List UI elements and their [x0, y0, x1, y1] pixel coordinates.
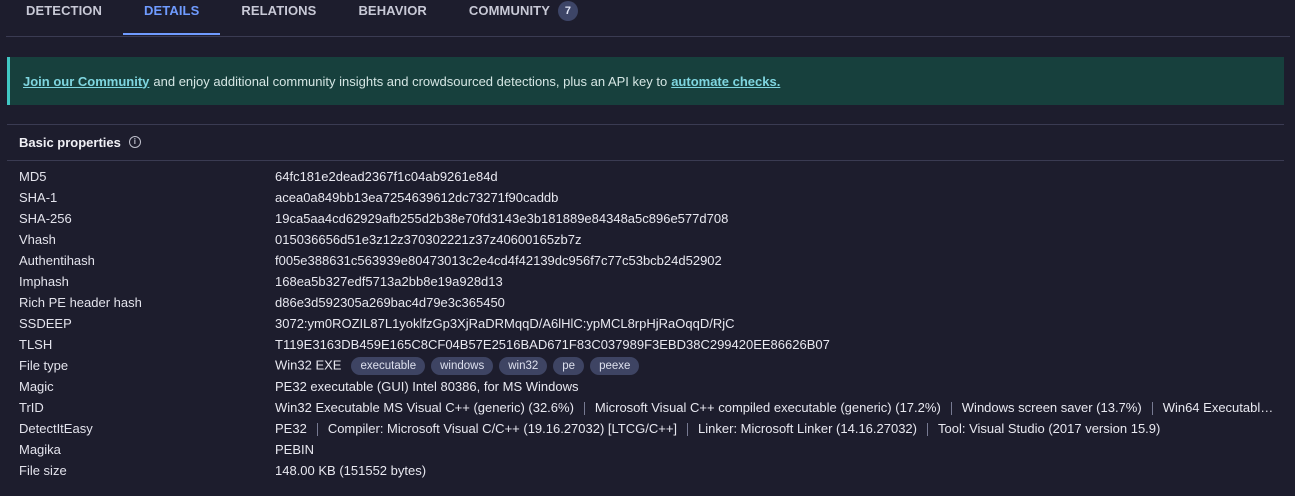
file-type-tag[interactable]: windows: [431, 356, 494, 375]
property-row-magic: Magic PE32 executable (GUI) Intel 80386,…: [19, 376, 1279, 397]
property-value: d86e3d592305a269bac4d79e3c365450: [275, 295, 505, 310]
property-row-detectiteasy: DetectItEasy PE32 Compiler: Microsoft Vis…: [19, 418, 1279, 439]
file-type-value: Win32 EXE: [275, 356, 342, 372]
property-value: 19ca5aa4cd62929afb255d2b38e70fd3143e3b18…: [275, 211, 729, 226]
property-row-ssdeep: SSDEEP 3072:ym0ROZIL87L1yoklfzGp3XjRaDRM…: [19, 313, 1279, 334]
die-entry: PE32: [275, 420, 307, 436]
file-type-tag[interactable]: pe: [553, 356, 585, 375]
property-row-sha256: SHA-256 19ca5aa4cd62929afb255d2b38e70fd3…: [19, 208, 1279, 229]
property-value: 168ea5b327edf5713a2bb8e19a928d13: [275, 274, 503, 289]
tab-label: DETECTION: [26, 3, 103, 18]
tab-detection[interactable]: DETECTION: [6, 0, 123, 34]
tab-label: COMMUNITY: [468, 3, 550, 18]
tab-details[interactable]: DETAILS: [123, 0, 221, 35]
file-type-tag[interactable]: win32: [499, 356, 548, 375]
separator: [950, 402, 952, 416]
property-label: Magic: [19, 379, 54, 394]
property-row-md5: MD5 64fc181e2dead2367f1c04ab9261e84d: [19, 166, 1279, 187]
section-header: Basic properties i: [19, 131, 141, 153]
tab-label: DETAILS: [144, 3, 200, 18]
community-banner: Join our Community and enjoy additional …: [7, 57, 1284, 105]
die-entry: Linker: Microsoft Linker (14.16.27032): [698, 420, 917, 436]
automate-checks-link[interactable]: automate checks.: [671, 74, 780, 89]
die-entry: Tool: Visual Studio (2017 version 15.9): [938, 420, 1161, 436]
property-row-rich-pe: Rich PE header hash d86e3d592305a269bac4…: [19, 292, 1279, 313]
die-entry: Compiler: Microsoft Visual C/C++ (19.16.…: [327, 420, 678, 436]
property-value: PEBIN: [275, 442, 315, 457]
banner-text: and enjoy additional community insights …: [153, 73, 668, 89]
property-label: Rich PE header hash: [19, 295, 142, 310]
separator: [583, 402, 585, 416]
property-label: SHA-256: [19, 211, 72, 226]
separator: [927, 423, 928, 437]
property-value: T119E3163DB459E165C8CF04B57E2516BAD671F8…: [275, 337, 830, 352]
separator: [1151, 402, 1153, 416]
property-label: DetectItEasy: [19, 421, 93, 436]
property-label: File size: [19, 463, 67, 478]
property-value: Win32 Executable MS Visual C++ (generic)…: [275, 399, 1279, 416]
basic-properties-list: MD5 64fc181e2dead2367f1c04ab9261e84d SHA…: [19, 166, 1279, 481]
file-type-tag[interactable]: executable: [351, 356, 426, 375]
property-label: Authentihash: [19, 253, 95, 268]
property-label: Vhash: [19, 232, 56, 247]
community-count-badge: 7: [557, 0, 578, 21]
property-value: f005e388631c563939e80473013c2e4cd4f42139…: [275, 253, 722, 268]
tab-behavior[interactable]: BEHAVIOR: [337, 0, 447, 34]
property-value: 3072:ym0ROZIL87L1yoklfzGp3XjRaDRMqqD/A6l…: [275, 316, 735, 331]
property-row-sha1: SHA-1 acea0a849bb13ea7254639612dc73271f9…: [19, 187, 1279, 208]
info-icon[interactable]: i: [128, 136, 141, 148]
property-row-vhash: Vhash 015036656d51e3z12z370302221z37z406…: [19, 229, 1279, 250]
property-label: MD5: [19, 169, 47, 184]
trid-entry: Win64 Executable (g…: [1162, 399, 1279, 415]
trid-entry: Win32 Executable MS Visual C++ (generic)…: [275, 399, 574, 415]
tab-bar: DETECTION DETAILS RELATIONS BEHAVIOR COM…: [6, 0, 1290, 37]
property-label: SHA-1: [19, 190, 58, 205]
property-row-authentihash: Authentihash f005e388631c563939e80473013…: [19, 250, 1279, 271]
file-type-tag[interactable]: peexe: [590, 356, 640, 375]
property-label: Magika: [19, 442, 61, 457]
property-row-trid: TrID Win32 Executable MS Visual C++ (gen…: [19, 397, 1279, 418]
property-label: Imphash: [19, 274, 69, 289]
property-value: Win32 EXE executable windows win32 pe peexe: [275, 356, 1279, 375]
property-row-file-type: File type Win32 EXE executable windows win3…: [19, 355, 1279, 376]
property-value: acea0a849bb13ea7254639612dc73271f90caddb: [275, 190, 559, 205]
property-label: TLSH: [19, 337, 53, 352]
tab-community[interactable]: COMMUNITY 7: [448, 0, 599, 34]
trid-entry: Microsoft Visual C++ compiled executable…: [594, 399, 941, 415]
section-title: Basic properties: [19, 134, 121, 150]
property-value: 148.00 KB (151552 bytes): [275, 463, 427, 478]
property-row-magika: Magika PEBIN: [19, 439, 1279, 460]
property-row-tlsh: TLSH T119E3163DB459E165C8CF04B57E2516BAD…: [19, 334, 1279, 355]
separator: [316, 423, 318, 437]
property-value: 015036656d51e3z12z370302221z37z40600165z…: [275, 232, 582, 247]
join-community-link[interactable]: Join our Community: [23, 74, 149, 89]
property-row-imphash: Imphash 168ea5b327edf5713a2bb8e19a928d13: [19, 271, 1279, 292]
tab-label: BEHAVIOR: [358, 3, 427, 18]
property-value: PE32 Compiler: Microsoft Visual C/C++ (19…: [275, 420, 1279, 437]
tab-label: RELATIONS: [241, 3, 317, 18]
property-value: 64fc181e2dead2367f1c04ab9261e84d: [275, 169, 498, 184]
property-label: File type: [19, 358, 69, 373]
separator: [687, 423, 689, 437]
property-label: SSDEEP: [19, 316, 72, 331]
section-divider: [7, 124, 1284, 125]
trid-entry: Windows screen saver (13.7%): [961, 399, 1142, 415]
section-divider: [7, 160, 1284, 161]
property-value: PE32 executable (GUI) Intel 80386, for M…: [275, 379, 579, 394]
tab-relations[interactable]: RELATIONS: [220, 0, 337, 34]
property-row-file-size: File size 148.00 KB (151552 bytes): [19, 460, 1279, 481]
property-label: TrID: [19, 400, 44, 415]
